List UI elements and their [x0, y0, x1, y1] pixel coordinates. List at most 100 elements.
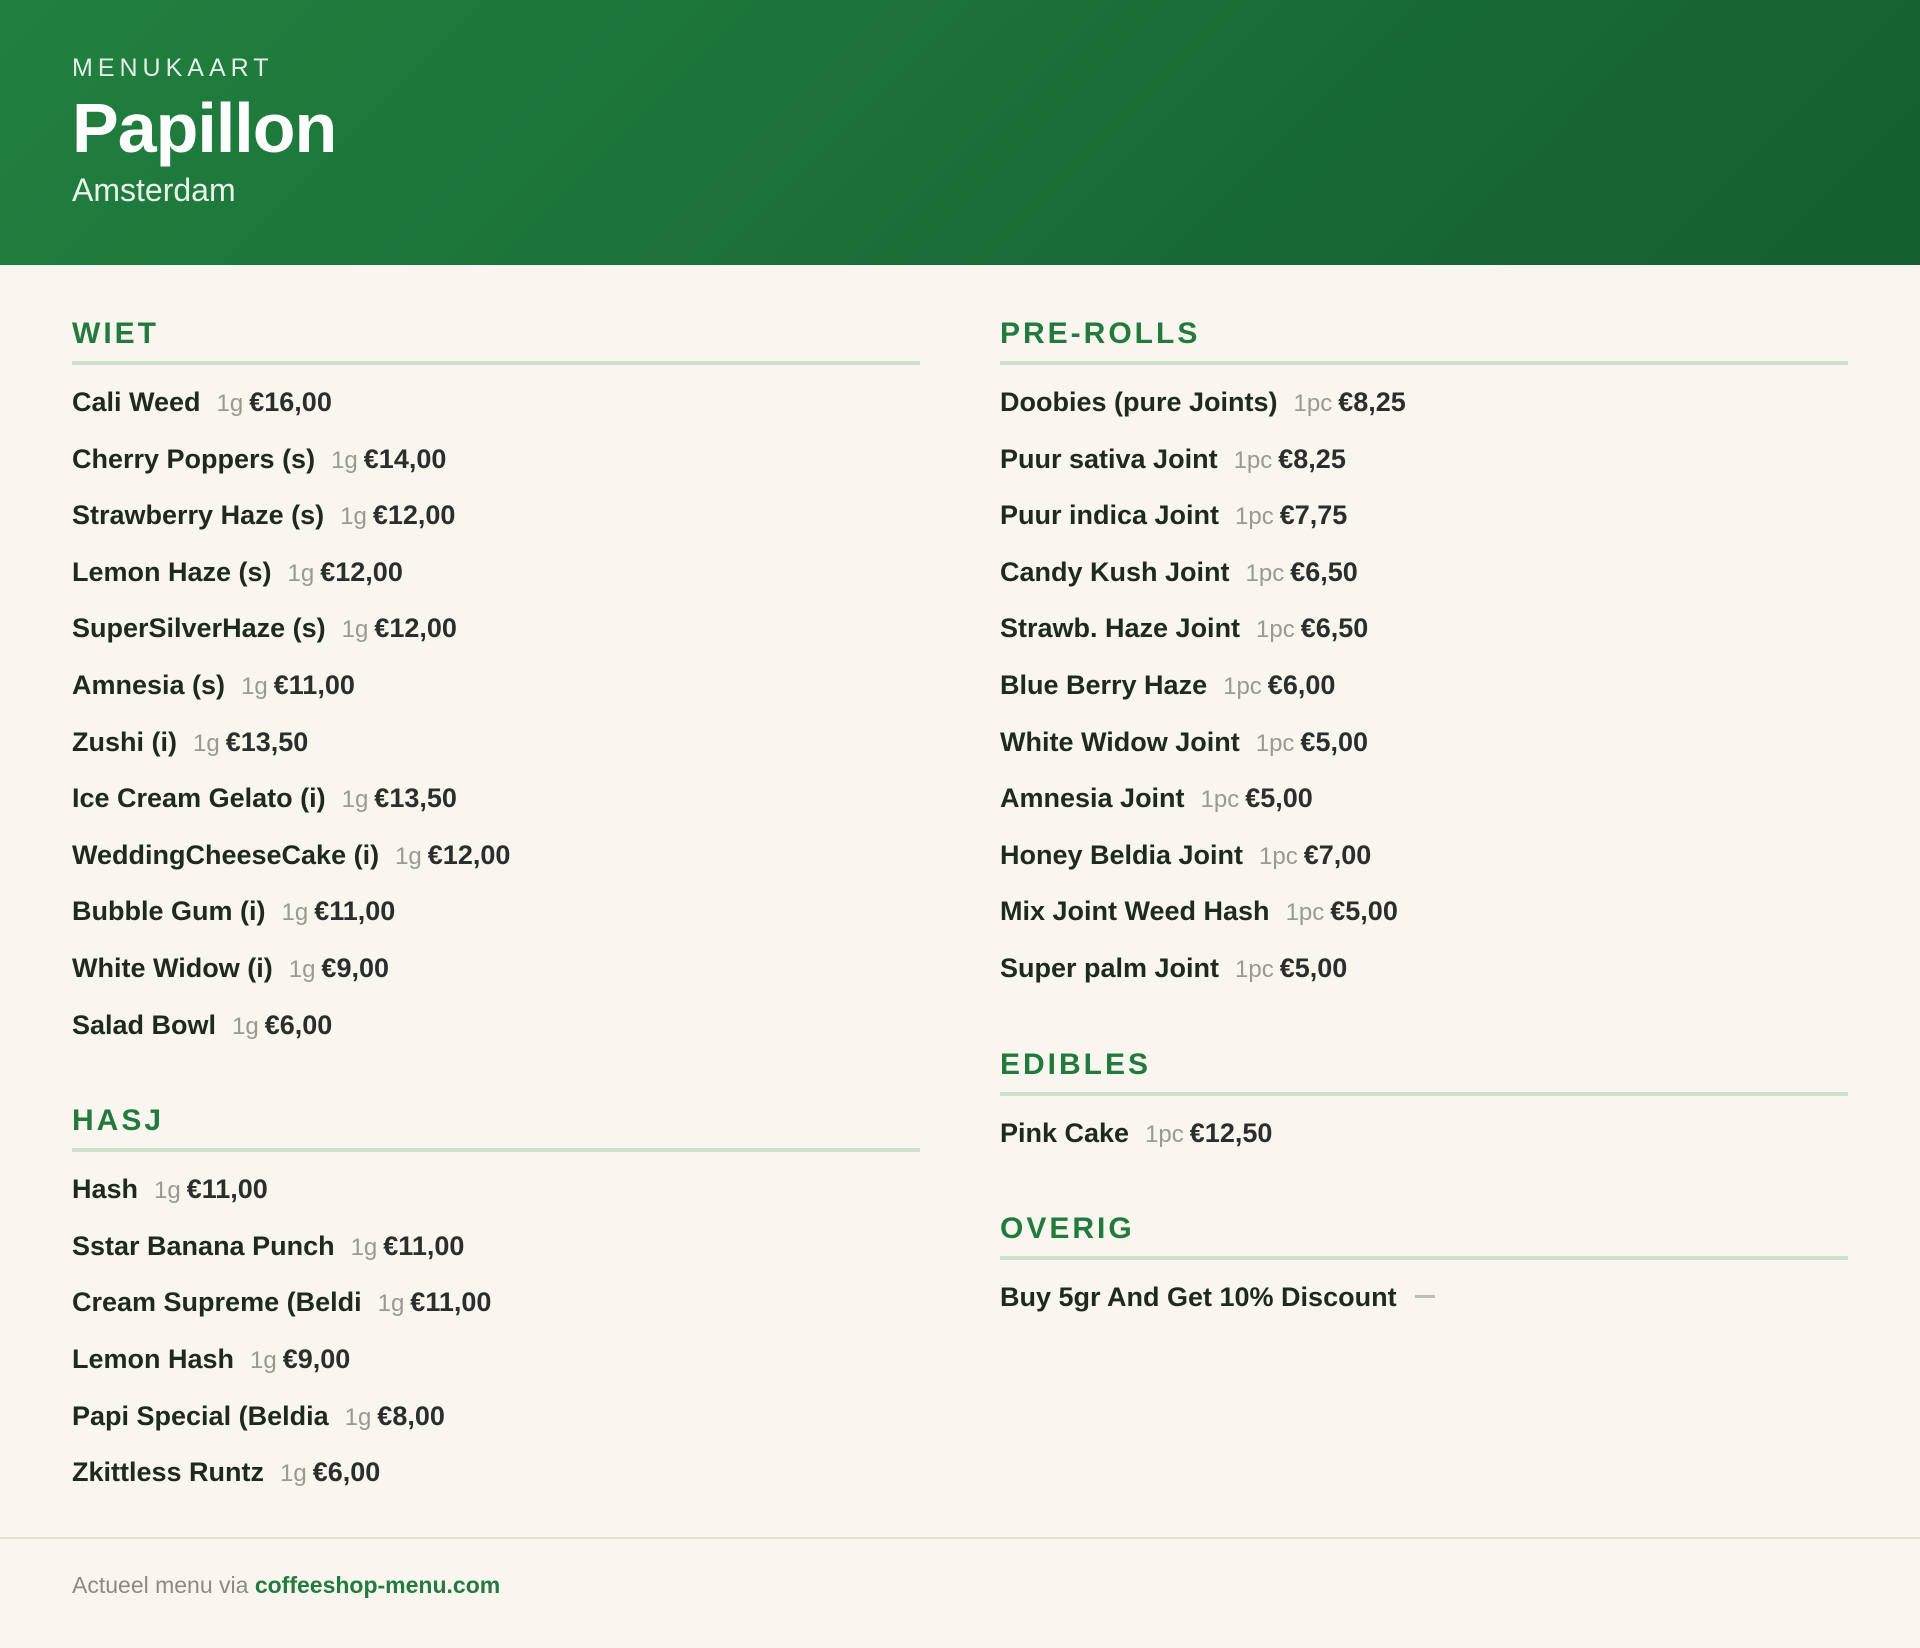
section-title: EDIBLES [1000, 1048, 1848, 1096]
item-price: €12,50 [1189, 1117, 1273, 1148]
menu-item: Strawberry Haze (s) 1g €12,00 [72, 500, 920, 557]
item-price: €12,00 [427, 839, 511, 870]
item-unit: 1g [216, 390, 244, 417]
item-unit: 1g [331, 446, 358, 474]
menu-item: Amnesia (s) 1g €11,00 [72, 670, 920, 727]
item-name: Amnesia Joint [1000, 783, 1185, 814]
item-price: €6,50 [1290, 556, 1358, 587]
item-unit: 1g [341, 786, 369, 814]
item-unit: 1pc [1256, 616, 1295, 644]
menu-item: Ice Cream Gelato (i) 1g €13,50 [72, 783, 920, 840]
menu-item: Cali Weed 1g €16,00 [72, 387, 920, 444]
menu-item: Lemon Haze (s) 1g €12,00 [72, 557, 920, 614]
menu-item: Candy Kush Joint 1pc €6,50 [1000, 557, 1848, 614]
menu-item: Hash 1g €11,00 [72, 1174, 920, 1231]
item-unit: 1g [377, 1290, 405, 1318]
item-name: Honey Beldia Joint [1000, 839, 1244, 870]
menu-item: Amnesia Joint 1pc €5,00 [1000, 783, 1848, 840]
item-price: €6,50 [1300, 613, 1369, 644]
item-name: Lemon Haze (s) [72, 556, 272, 587]
menu-item: Pink Cake 1pc €12,50 [1000, 1118, 1848, 1175]
menu-content: WIET Cali Weed 1g €16,00 Cherry Poppers (s)… [72, 265, 1848, 1552]
item-price: €7,00 [1303, 839, 1372, 870]
item-name: Ice Cream Gelato (i) [72, 783, 326, 814]
item-unit: 1g [280, 1460, 307, 1488]
item-unit: 1g [395, 842, 422, 870]
menu-item: Doobies (pure Joints) 1pc €8,25 [1000, 387, 1848, 444]
item-name: Super palm Joint [1000, 952, 1220, 983]
menu-item: Blue Berry Haze 1pc €6,00 [1000, 670, 1848, 727]
item-name: Doobies (pure Joints) [1000, 387, 1278, 417]
item-name: Zkittless Runtz [72, 1457, 265, 1488]
item-unit: 1g [250, 1346, 277, 1374]
item-price: €11,00 [410, 1287, 492, 1318]
item-name: WeddingCheeseCake (i) [72, 839, 380, 870]
item-price: €12,00 [374, 613, 457, 644]
item-price: €8,25 [1278, 443, 1346, 474]
item-name: Hash [72, 1174, 139, 1205]
item-unit: 1g [344, 1403, 372, 1431]
item-unit: 1pc [1259, 842, 1298, 870]
item-list: Buy 5gr And Get 10% Discount [1000, 1282, 1848, 1339]
item-name: Sstar Banana Punch [72, 1230, 335, 1261]
item-name: Puur sativa Joint [1000, 443, 1218, 474]
menu-item: Bubble Gum (i) 1g €11,00 [72, 896, 920, 953]
item-price: €7,75 [1279, 500, 1348, 531]
item-unit: 1g [341, 616, 369, 644]
item-price: €9,00 [282, 1343, 351, 1374]
item-unit: 1g [287, 559, 315, 587]
section-prerolls: PRE-ROLLS Doobies (pure Joints) 1pc €8,25 P… [1000, 317, 1848, 1010]
item-list: Cali Weed 1g €16,00 Cherry Poppers (s) 1g €14… [72, 387, 920, 1066]
item-list: Hash 1g €11,00 Sstar Banana Punch 1g €11,00 Cr… [72, 1174, 920, 1514]
item-price: €11,00 [383, 1230, 465, 1261]
menu-footer: Actueel menu via coffeeshop-menu.com [0, 1537, 1920, 1648]
item-list: Doobies (pure Joints) 1pc €8,25 Puur sativa… [1000, 387, 1848, 1010]
item-name: Papi Special (Beldia [72, 1400, 329, 1431]
item-unit: 1g [281, 899, 309, 927]
menu-item: Strawb. Haze Joint 1pc €6,50 [1000, 613, 1848, 670]
item-unit: 1pc [1145, 1120, 1184, 1148]
menu-item: Lemon Hash 1g €9,00 [72, 1344, 920, 1401]
section-edibles: EDIBLES Pink Cake 1pc €12,50 [1000, 1048, 1848, 1175]
item-price: €13,50 [374, 783, 457, 814]
item-unit: 1g [154, 1177, 181, 1205]
menu-item: Buy 5gr And Get 10% Discount [1000, 1282, 1848, 1339]
item-unit: 1pc [1223, 672, 1262, 700]
shop-name: Papillon [72, 89, 337, 167]
item-name: Candy Kush Joint [1000, 556, 1230, 587]
item-name: Puur indica Joint [1000, 500, 1220, 531]
section-hasj: HASJ Hash 1g €11,00 Sstar Banana Punch 1g €11… [72, 1104, 920, 1514]
item-price: €5,00 [1330, 896, 1398, 927]
item-name: White Widow Joint [1000, 726, 1240, 757]
menu-item: Zushi (i) 1g €13,50 [72, 727, 920, 784]
item-price: €16,00 [249, 387, 332, 417]
item-unit: 1g [340, 503, 367, 531]
footer-link[interactable]: coffeeshop-menu.com [255, 1572, 500, 1598]
item-unit: 1pc [1245, 559, 1285, 587]
shop-city: Amsterdam [72, 172, 236, 208]
item-unit: 1pc [1293, 390, 1333, 417]
item-price: €11,00 [273, 669, 355, 700]
footer-text: Actueel menu via [72, 1572, 249, 1598]
item-price: €5,00 [1245, 783, 1313, 814]
item-name: Strawb. Haze Joint [1000, 613, 1241, 644]
item-price: €11,00 [314, 896, 396, 927]
item-unit: 1pc [1233, 446, 1273, 474]
item-price: €6,00 [264, 1009, 333, 1040]
header-eyebrow: MENUKAART [72, 54, 274, 82]
right-column: PRE-ROLLS Doobies (pure Joints) 1pc €8,25 P… [1000, 265, 1848, 1552]
item-name: Cali Weed [72, 387, 201, 417]
item-name: Amnesia (s) [72, 669, 226, 700]
item-unit: 1pc [1255, 729, 1295, 757]
item-price: €5,00 [1279, 952, 1348, 983]
item-name: Blue Berry Haze [1000, 669, 1208, 700]
item-name: Lemon Hash [72, 1343, 235, 1374]
section-title: PRE-ROLLS [1000, 317, 1848, 365]
item-unit: 1pc [1235, 955, 1274, 983]
item-name: Bubble Gum (i) [72, 896, 266, 927]
item-price: €12,00 [372, 500, 456, 531]
item-name: Mix Joint Weed Hash [1000, 896, 1270, 927]
menu-item: Papi Special (Beldia 1g €8,00 [72, 1401, 920, 1458]
item-price: €5,00 [1300, 726, 1368, 757]
item-unit: 1g [232, 1012, 259, 1040]
